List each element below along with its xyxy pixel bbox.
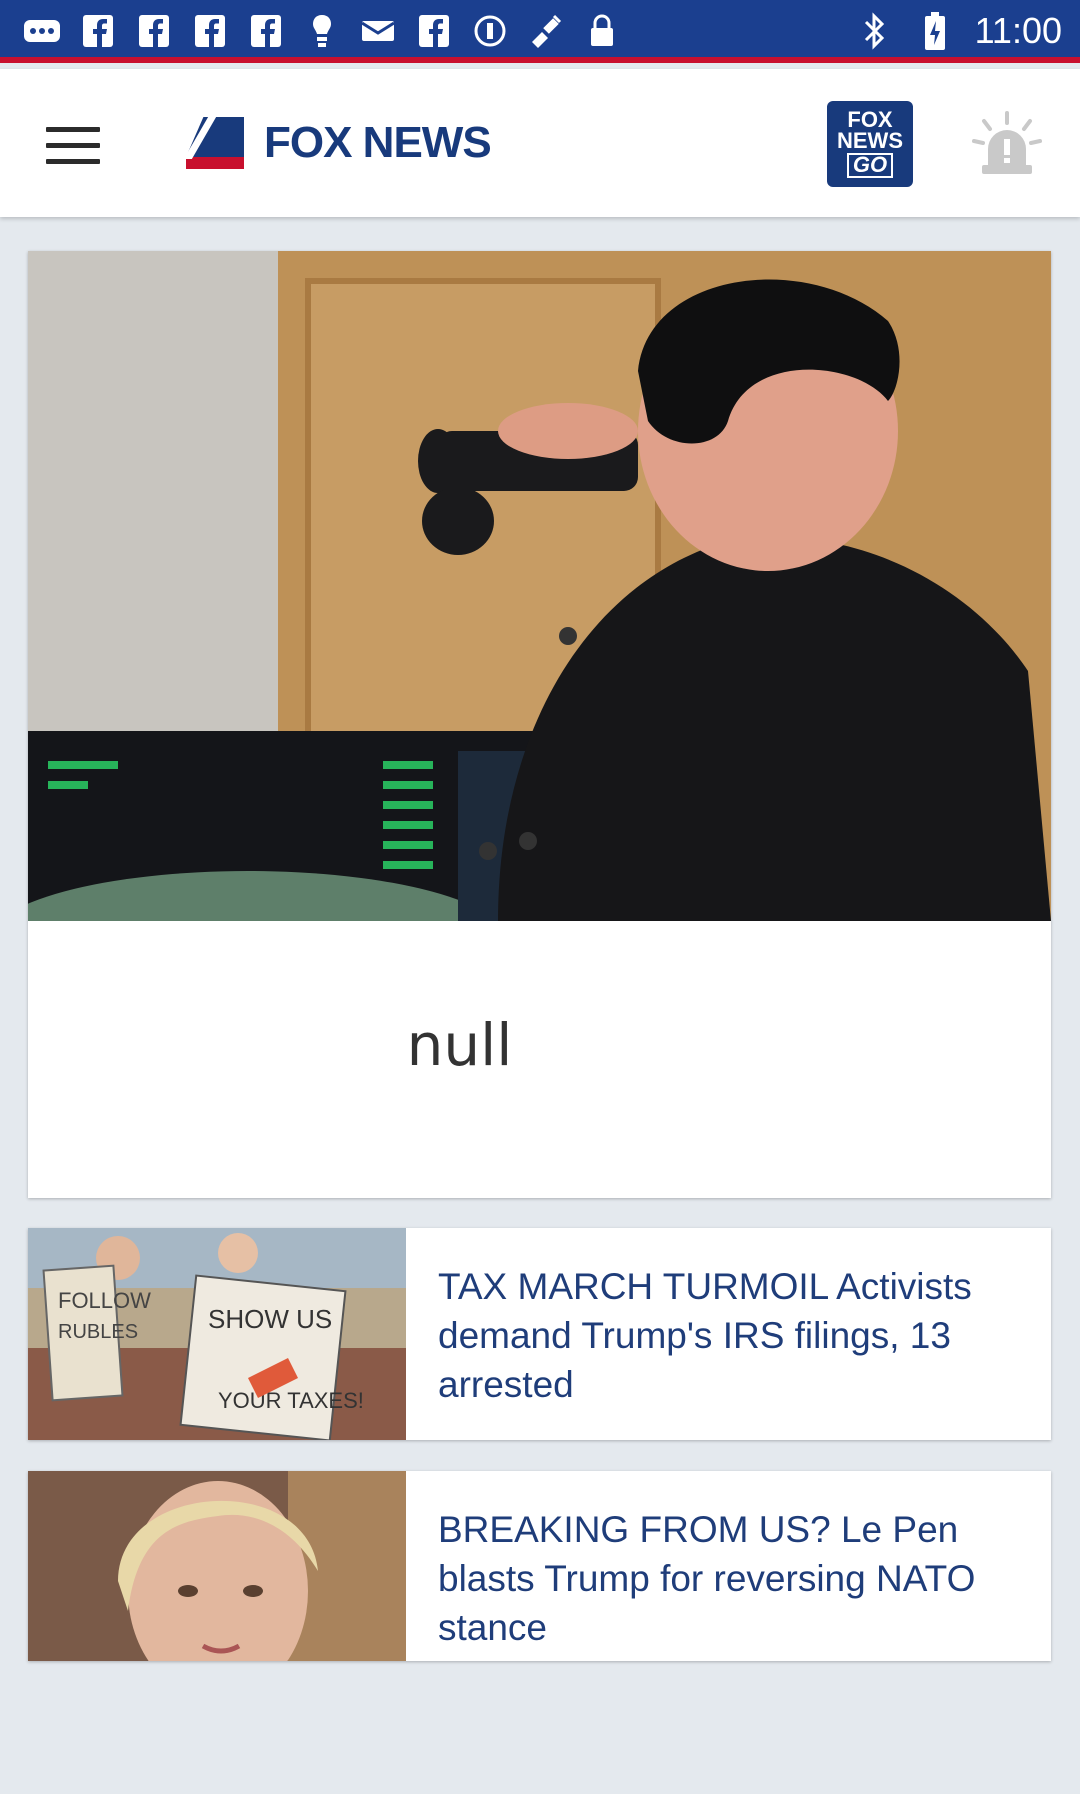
mail-icon	[358, 11, 398, 51]
hero-headline: null	[406, 1010, 513, 1079]
story-card[interactable]: BREAKING FROM US? Le Pen blasts Trump fo…	[28, 1471, 1051, 1661]
satellite-icon	[526, 11, 566, 51]
story-headline: TAX MARCH TURMOIL Activists demand Trump…	[438, 1266, 972, 1405]
story-thumbnail: FOLLOW RUBLES SHOW US YOUR TAXES!	[28, 1228, 406, 1440]
brand-name: FOX NEWS	[264, 118, 492, 167]
lock-icon	[582, 11, 622, 51]
notification-icons	[22, 10, 622, 52]
facebook-icon	[134, 11, 174, 51]
menu-button[interactable]	[46, 127, 100, 165]
system-icons: 11:00	[855, 10, 1062, 52]
status-divider	[0, 57, 1080, 63]
dots-icon	[22, 11, 62, 51]
clock: 11:00	[974, 10, 1062, 51]
fox-news-go-button[interactable]: FOX NEWS GO	[827, 101, 913, 187]
siren-alert-icon	[972, 111, 1042, 174]
bulb-icon	[302, 11, 342, 51]
hero-caption: null	[28, 921, 1051, 1198]
facebook-icon	[190, 11, 230, 51]
go-logo-line3: GO	[846, 153, 894, 179]
fox-news-flag-icon	[183, 117, 244, 169]
go-logo-line2: NEWS	[837, 127, 903, 153]
alerts-button[interactable]	[970, 109, 1044, 183]
hero-photo-illustration	[28, 251, 1051, 921]
svg-text:FOLLOW: FOLLOW	[58, 1288, 151, 1313]
hero-story-card[interactable]: null	[28, 251, 1051, 1198]
story-thumbnail	[28, 1471, 406, 1661]
story-headline: BREAKING FROM US? Le Pen blasts Trump fo…	[438, 1509, 976, 1648]
hero-photo	[28, 251, 1051, 921]
bluetooth-icon	[855, 11, 895, 51]
story-card[interactable]: FOLLOW RUBLES SHOW US YOUR TAXES! TAX MA…	[28, 1228, 1051, 1440]
svg-text:YOUR TAXES!: YOUR TAXES!	[218, 1388, 364, 1413]
app-bar: FOX NEWS FOX NEWS GO	[0, 69, 1080, 217]
menu-icon	[46, 127, 100, 132]
facebook-icon	[78, 11, 118, 51]
svg-text:RUBLES: RUBLES	[58, 1321, 138, 1343]
facebook-icon	[414, 11, 454, 51]
status-bar: 11:00	[0, 0, 1080, 63]
circle-icon	[470, 11, 510, 51]
fox-news-logo[interactable]: FOX NEWS	[183, 117, 492, 169]
svg-text:SHOW US: SHOW US	[208, 1304, 332, 1334]
battery-icon	[915, 11, 955, 51]
facebook-icon	[246, 11, 286, 51]
